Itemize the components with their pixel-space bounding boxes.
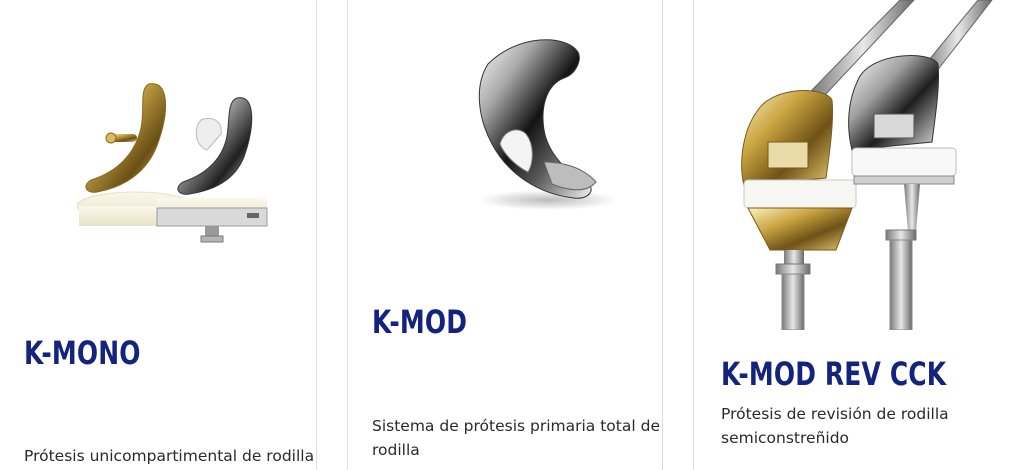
product-card-k-mod-rev-cck[interactable]: K-MOD REV CCK Prótesis de revisión de ro…: [693, 0, 1028, 470]
product-description: Prótesis unicompartimental de rodilla: [24, 447, 315, 465]
unicompartmental-knee-implant-icon[interactable]: [77, 80, 277, 250]
product-card-k-mono[interactable]: K-MONO Prótesis unicompartimental de rod…: [0, 0, 317, 470]
product-description: Sistema de prótesis primaria total de ro…: [372, 417, 660, 459]
product-description: Prótesis de revisión de rodilla semicons…: [721, 405, 949, 447]
product-card-k-mod[interactable]: K-MOD Sistema de prótesis primaria total…: [347, 0, 663, 470]
revision-knee-implant-icon[interactable]: [734, 0, 994, 330]
product-title[interactable]: K-MOD REV CCK: [721, 355, 946, 393]
product-title[interactable]: K-MOD: [372, 303, 467, 341]
total-knee-femoral-component-icon[interactable]: [448, 34, 618, 214]
product-title[interactable]: K-MONO: [24, 334, 141, 372]
